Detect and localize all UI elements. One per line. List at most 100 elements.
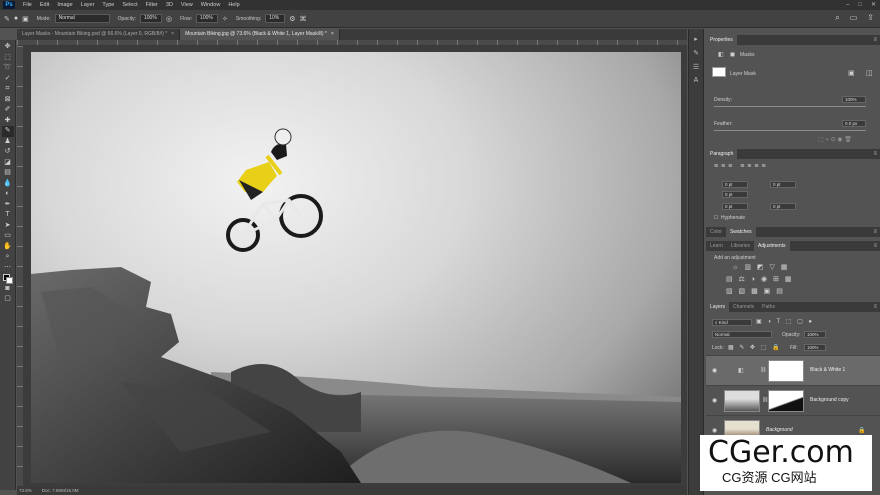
symmetry-icon[interactable]: ⌘	[300, 15, 307, 23]
layer-row-background-copy[interactable]: ◉ ⛓ Background copy	[706, 385, 880, 415]
layer-name[interactable]: Black & White 1	[810, 367, 845, 373]
workspace-icon[interactable]: ▭	[850, 13, 858, 23]
filter-icons[interactable]: ▣ ◑ T ⬚ ▢ ●	[756, 318, 814, 325]
panel-menu-icon[interactable]: ≡	[873, 149, 877, 159]
shape-tool-icon[interactable]: ▭	[2, 231, 14, 242]
menu-window[interactable]: Window	[197, 2, 225, 8]
properties-icon[interactable]: ☰	[693, 63, 699, 71]
menu-select[interactable]: Select	[118, 2, 141, 8]
tab-paragraph[interactable]: Paragraph	[706, 149, 738, 159]
history-icon[interactable]: ▸	[694, 35, 698, 43]
panel-menu-icon[interactable]: ≡	[873, 241, 877, 251]
close-icon[interactable]: ×	[331, 29, 334, 40]
panel-menu-icon[interactable]: ≡	[873, 35, 877, 45]
zoom-level[interactable]: 73.6%	[19, 488, 32, 493]
menu-layer[interactable]: Layer	[77, 2, 99, 8]
search-icon[interactable]: ⌕	[835, 13, 839, 23]
tab-channels[interactable]: Channels	[729, 302, 758, 312]
eye-icon[interactable]: ◉	[712, 427, 717, 434]
move-tool-icon[interactable]: ✥	[2, 42, 14, 53]
brush-settings-icon[interactable]: ✎	[693, 49, 699, 57]
gradient-tool-icon[interactable]: ▤	[2, 168, 14, 179]
hand-tool-icon[interactable]: ✋	[2, 242, 14, 253]
dodge-tool-icon[interactable]: ◐	[2, 189, 14, 200]
menu-edit[interactable]: Edit	[36, 2, 53, 8]
eye-icon[interactable]: ◉	[712, 397, 717, 404]
layer-name[interactable]: Background	[766, 427, 793, 433]
tab-mountain-biking[interactable]: Mountain Biking.jpg @ 73.6% (Black & Whi…	[180, 29, 340, 40]
panel-menu-icon[interactable]: ≡	[873, 302, 877, 312]
layer-opacity-field[interactable]: 100%	[804, 331, 826, 338]
path-select-tool-icon[interactable]: ➤	[2, 221, 14, 232]
feather-slider[interactable]	[714, 130, 866, 131]
opacity-field[interactable]: 100%	[139, 14, 162, 23]
lock-icons[interactable]: ▦ ✎ ✥ ⬚ 🔒	[728, 344, 782, 351]
menu-file[interactable]: File	[19, 2, 36, 8]
menu-view[interactable]: View	[177, 2, 197, 8]
close-button[interactable]: ✕	[871, 0, 876, 10]
feather-field[interactable]: 0.0 px	[842, 120, 866, 127]
layer-mask-thumbnail[interactable]	[768, 360, 804, 382]
quick-mask-icon[interactable]: ◙	[2, 284, 14, 295]
blend-mode-select[interactable]: Normal	[712, 331, 772, 338]
minimize-button[interactable]: –	[846, 0, 849, 10]
pixel-mask-icon[interactable]: ▣	[848, 69, 855, 77]
brush-tool-icon[interactable]: ✎	[4, 15, 10, 23]
vector-mask-icon[interactable]: ◫	[866, 69, 873, 77]
flow-field[interactable]: 100%	[196, 14, 219, 23]
tab-learn[interactable]: Learn	[706, 241, 727, 251]
chain-icon[interactable]: ⛓	[760, 367, 766, 373]
marquee-tool-icon[interactable]: ⬚	[2, 53, 14, 64]
maximize-button[interactable]: □	[858, 0, 862, 10]
mode-select[interactable]: Normal	[54, 14, 110, 23]
layer-mask-thumbnail[interactable]	[768, 390, 804, 412]
indent-left-field[interactable]: 0 pt	[722, 181, 748, 188]
layer-thumbnail[interactable]	[724, 390, 760, 412]
healing-tool-icon[interactable]: ✚	[2, 116, 14, 127]
frame-tool-icon[interactable]: ⊠	[2, 95, 14, 106]
adjustment-icons-row1[interactable]: ☼ ▥ ◩ ▽ ▦	[732, 263, 789, 271]
tab-libraries[interactable]: Libraries	[727, 241, 754, 251]
color-swatch-icon[interactable]	[2, 273, 14, 284]
share-icon[interactable]: ⇪	[867, 13, 874, 23]
pen-tool-icon[interactable]: ✒	[2, 200, 14, 211]
quick-select-tool-icon[interactable]: ✓	[2, 74, 14, 85]
lasso-tool-icon[interactable]: ➰	[2, 63, 14, 74]
mask-action-icons[interactable]: ⬚ ⌁ ⊙ ◉ 🗑	[818, 136, 852, 143]
mask-type-icon[interactable]: ◧	[718, 51, 724, 58]
tab-paths[interactable]: Paths	[758, 302, 779, 312]
gear-icon[interactable]: ⚙	[289, 15, 295, 23]
layer-mask-thumbnail[interactable]	[712, 67, 726, 77]
more-tools-icon[interactable]: ⋯	[2, 263, 14, 274]
tab-adjustments[interactable]: Adjustments	[753, 241, 790, 251]
zoom-tool-icon[interactable]: ⌕	[2, 252, 14, 263]
tab-properties[interactable]: Properties	[706, 35, 737, 45]
tab-layers[interactable]: Layers	[706, 302, 730, 312]
density-field[interactable]: 100%	[842, 96, 866, 103]
layer-row-black-white[interactable]: ◉ ◧ ⛓ Black & White 1	[706, 355, 880, 385]
hyphenate-checkbox[interactable]: ☐	[714, 215, 718, 221]
character-icon[interactable]: A	[694, 77, 699, 84]
layer-name[interactable]: Background copy	[810, 397, 849, 403]
alignment-icons[interactable]: ≡≡≡ ≡≡≡≡	[714, 163, 769, 170]
blur-tool-icon[interactable]: 💧	[2, 179, 14, 190]
indent-right-field[interactable]: 0 pt	[770, 181, 796, 188]
menu-filter[interactable]: Filter	[142, 2, 162, 8]
tab-layer-masks[interactable]: Layer Masks - Mountain Biking.psd @ 66.6…	[17, 29, 181, 40]
panel-menu-icon[interactable]: ≡	[873, 227, 877, 237]
menu-type[interactable]: Type	[98, 2, 118, 8]
adjustment-icons-row2[interactable]: ▤ ⚖ ◑ ◉ ⊞ ▦	[726, 275, 793, 283]
smoothing-field[interactable]: 10%	[265, 14, 286, 23]
adjustment-icons-row3[interactable]: ▨ ▧ ▩ ▣ ▤	[726, 287, 785, 295]
eye-icon[interactable]: ◉	[712, 367, 717, 374]
menu-image[interactable]: Image	[53, 2, 76, 8]
eyedropper-tool-icon[interactable]: ✐	[2, 105, 14, 116]
crop-tool-icon[interactable]: ⌗	[2, 84, 14, 95]
eraser-tool-icon[interactable]: ◪	[2, 158, 14, 169]
menu-help[interactable]: Help	[224, 2, 243, 8]
brush-preset-icon[interactable]: ●	[14, 15, 18, 22]
brush-panel-icon[interactable]: ▣	[22, 15, 29, 23]
airbrush-icon[interactable]: ✧	[222, 15, 228, 23]
indent-first-field[interactable]: 0 pt	[722, 191, 748, 198]
history-brush-tool-icon[interactable]: ↺	[2, 147, 14, 158]
